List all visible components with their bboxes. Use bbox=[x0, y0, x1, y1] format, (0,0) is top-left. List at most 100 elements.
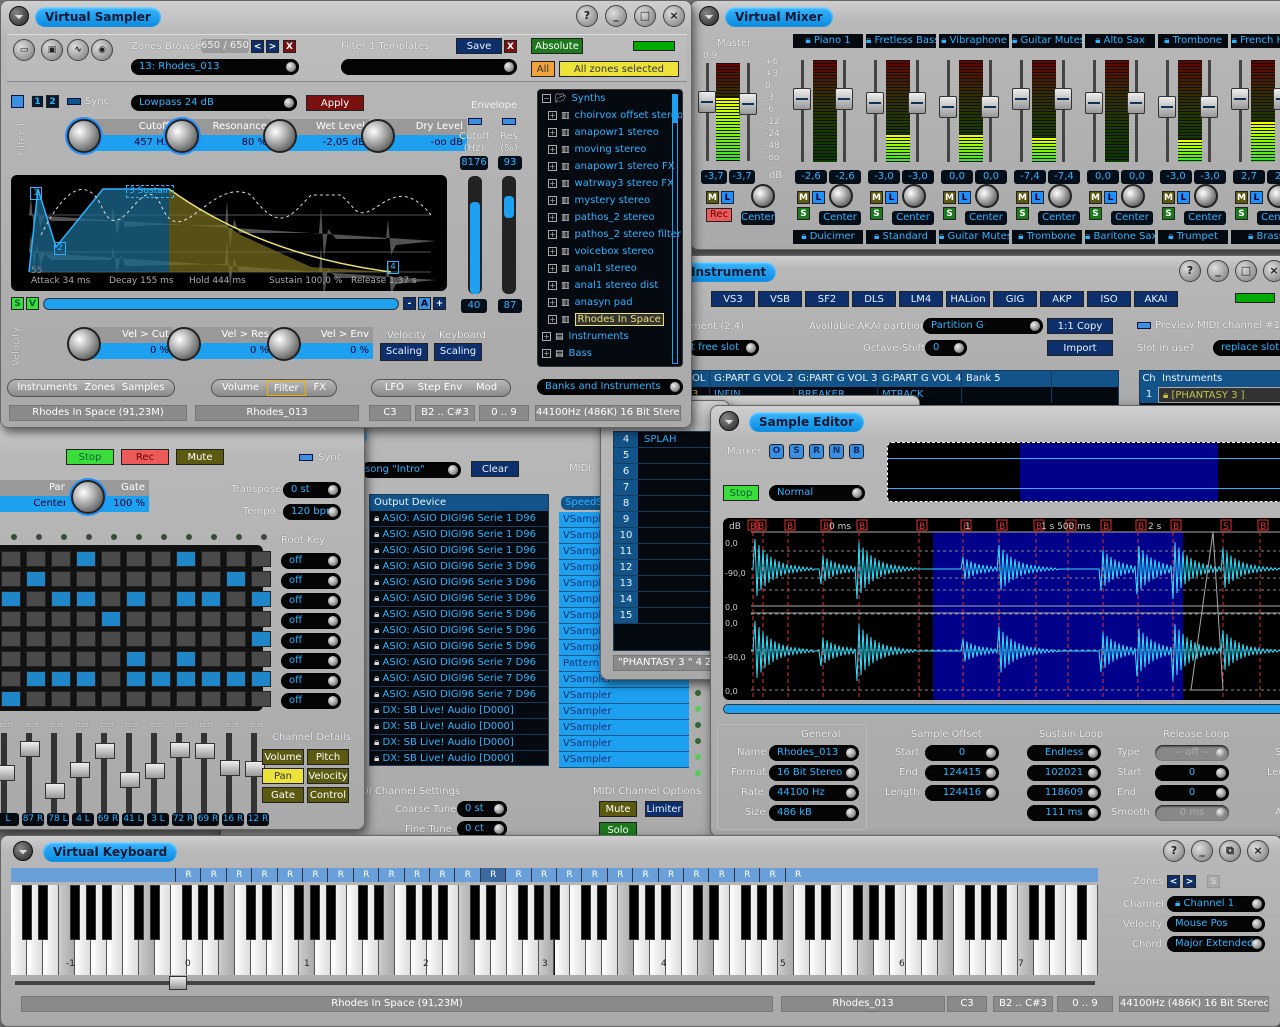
tree-item[interactable]: + ▥ anal1 stereo bbox=[538, 260, 682, 277]
black-key[interactable] bbox=[485, 885, 496, 940]
grid-cell[interactable] bbox=[201, 691, 221, 707]
format-tab[interactable]: AKP bbox=[1040, 291, 1084, 307]
filter-enable-toggle[interactable] bbox=[11, 95, 24, 108]
root-key-cell[interactable]: R bbox=[784, 868, 811, 882]
name-field[interactable]: Rhodes_013 bbox=[769, 745, 859, 761]
black-key[interactable] bbox=[373, 885, 384, 940]
partition-select[interactable]: Partition G bbox=[923, 318, 1043, 334]
grid-cell[interactable] bbox=[226, 671, 246, 687]
black-key[interactable] bbox=[517, 885, 528, 940]
pan-knob[interactable] bbox=[1121, 184, 1145, 208]
black-key[interactable] bbox=[357, 885, 368, 940]
root-key-cell[interactable]: R bbox=[683, 868, 709, 882]
tab-samples[interactable]: Samples bbox=[122, 380, 165, 396]
black-key[interactable] bbox=[149, 885, 160, 940]
black-key[interactable] bbox=[869, 885, 880, 940]
save-template-button[interactable]: Save bbox=[456, 38, 502, 54]
output-row[interactable]: 🔒︎ ASIO: ASIO DIGI96 Serie 3 D96 bbox=[370, 591, 548, 607]
solo-button[interactable]: S bbox=[797, 207, 810, 220]
grid-cell[interactable] bbox=[176, 611, 196, 627]
grid-cell[interactable] bbox=[76, 571, 96, 587]
root-key-select[interactable]: off bbox=[281, 553, 341, 569]
grid-cell[interactable] bbox=[226, 611, 246, 627]
help-icon[interactable]: ? bbox=[1163, 840, 1185, 862]
expand-icon[interactable]: + bbox=[548, 298, 557, 307]
sustain-type-field[interactable]: Endless bbox=[1027, 745, 1101, 761]
tab-fx[interactable]: FX bbox=[313, 380, 326, 396]
chord-select[interactable]: Major Extended bbox=[1167, 936, 1265, 952]
pan-knob[interactable] bbox=[1194, 184, 1218, 208]
grid-cell[interactable] bbox=[251, 571, 271, 587]
channel-name[interactable]: 🔒︎ Alto Sax bbox=[1085, 34, 1155, 48]
grid-cell[interactable] bbox=[76, 591, 96, 607]
velocity-scaling-button[interactable]: Scaling bbox=[380, 343, 428, 361]
mute-button[interactable]: M bbox=[797, 191, 810, 204]
mute-button[interactable]: M bbox=[943, 191, 956, 204]
root-key-cell[interactable]: R bbox=[302, 868, 328, 882]
black-key[interactable] bbox=[69, 885, 80, 940]
grid-cell[interactable] bbox=[1, 671, 21, 687]
open-icon[interactable]: ▭ bbox=[13, 39, 35, 61]
tree-item[interactable]: + ▥ anapowr1 stereo bbox=[538, 124, 682, 141]
velocity-knob[interactable] bbox=[67, 327, 101, 361]
channel-name[interactable]: 🔒︎ Trombone bbox=[1158, 34, 1228, 48]
expand-icon[interactable]: + bbox=[548, 128, 557, 137]
expand-icon[interactable]: + bbox=[548, 145, 557, 154]
pan-knob[interactable] bbox=[902, 184, 926, 208]
grid-cell[interactable] bbox=[51, 551, 71, 567]
root-key-cell[interactable]: R bbox=[632, 868, 658, 882]
master-fader-right[interactable] bbox=[739, 63, 757, 161]
channel-fader-right[interactable] bbox=[1127, 60, 1145, 162]
tab-volume[interactable]: Volume bbox=[222, 380, 259, 396]
grid-cell[interactable] bbox=[251, 631, 271, 647]
env-marker-3[interactable]: 3 Sustain bbox=[126, 185, 174, 198]
grid-cell[interactable] bbox=[176, 631, 196, 647]
marker-button[interactable]: N bbox=[829, 444, 844, 459]
root-key-cell[interactable]: R bbox=[403, 868, 430, 882]
root-key-select[interactable]: off bbox=[281, 613, 341, 629]
grid-cell[interactable] bbox=[126, 571, 146, 587]
zoom-in-button[interactable]: + bbox=[433, 297, 446, 310]
grid-cell[interactable] bbox=[201, 651, 221, 667]
root-key-cell[interactable]: R bbox=[505, 868, 531, 882]
channel-detail-button[interactable]: Pitch bbox=[307, 749, 349, 765]
grid-cell[interactable] bbox=[126, 631, 146, 647]
absolute-button[interactable]: Absolute bbox=[531, 38, 583, 54]
channel-name[interactable]: 🔒︎ Piano 1 bbox=[793, 34, 863, 48]
solo-button[interactable]: S bbox=[1089, 207, 1102, 220]
root-key-cell[interactable]: R bbox=[606, 868, 633, 882]
filter-tab-2[interactable]: 2 bbox=[46, 95, 59, 108]
sync-toggle[interactable] bbox=[67, 98, 81, 105]
env-res-slider[interactable] bbox=[502, 176, 516, 294]
grid-cell[interactable] bbox=[251, 671, 271, 687]
output-row[interactable]: 🔒︎ DX: SB Live! Audio [D000] bbox=[370, 719, 548, 735]
channel-name[interactable]: 🔒︎ Guitar Mutes bbox=[1012, 34, 1082, 48]
marker-button[interactable]: S bbox=[789, 444, 804, 459]
keyboard-scaling-button[interactable]: Scaling bbox=[434, 343, 482, 361]
instrument-cell[interactable]: VSampler bbox=[559, 752, 689, 768]
root-key-cell[interactable]: R bbox=[200, 868, 226, 882]
tempo-field[interactable]: 120 bpm bbox=[283, 504, 341, 520]
black-key[interactable] bbox=[597, 885, 608, 940]
size-field[interactable]: 486 kB bbox=[769, 805, 859, 821]
black-key[interactable] bbox=[21, 885, 32, 940]
zones-s-button[interactable]: S bbox=[1207, 875, 1220, 888]
mixer-channel-name-row2[interactable]: 🔒︎ Trombone bbox=[1012, 230, 1082, 244]
grid-cell[interactable] bbox=[51, 651, 71, 667]
envelope-scroll[interactable] bbox=[43, 298, 399, 310]
grid-cell[interactable] bbox=[76, 551, 96, 567]
grid-cell[interactable] bbox=[176, 551, 196, 567]
instrument-cell[interactable]: VSampler bbox=[559, 704, 689, 720]
tree-item[interactable]: + ▥ watrway3 stereo FX bbox=[538, 175, 682, 192]
grid-cell[interactable] bbox=[176, 651, 196, 667]
envelope-display[interactable]: 1 2 3 Sustain 4 55 Attack 34 ms Decay 15… bbox=[11, 175, 447, 291]
instrument-cell[interactable]: VSampler bbox=[559, 736, 689, 752]
maximize-icon[interactable]: □ bbox=[634, 5, 656, 27]
grid-cell[interactable] bbox=[176, 671, 196, 687]
mixer-channel-name-row2[interactable]: 🔒︎ Brass bbox=[1231, 230, 1280, 244]
expand-icon[interactable]: + bbox=[548, 196, 557, 205]
output-row[interactable]: 🔒︎ ASIO: ASIO DIGI96 Serie 5 D96 bbox=[370, 607, 548, 623]
restore-icon[interactable]: ⧉ bbox=[1219, 840, 1241, 862]
grid-cell[interactable] bbox=[126, 671, 146, 687]
black-key[interactable] bbox=[469, 885, 480, 940]
